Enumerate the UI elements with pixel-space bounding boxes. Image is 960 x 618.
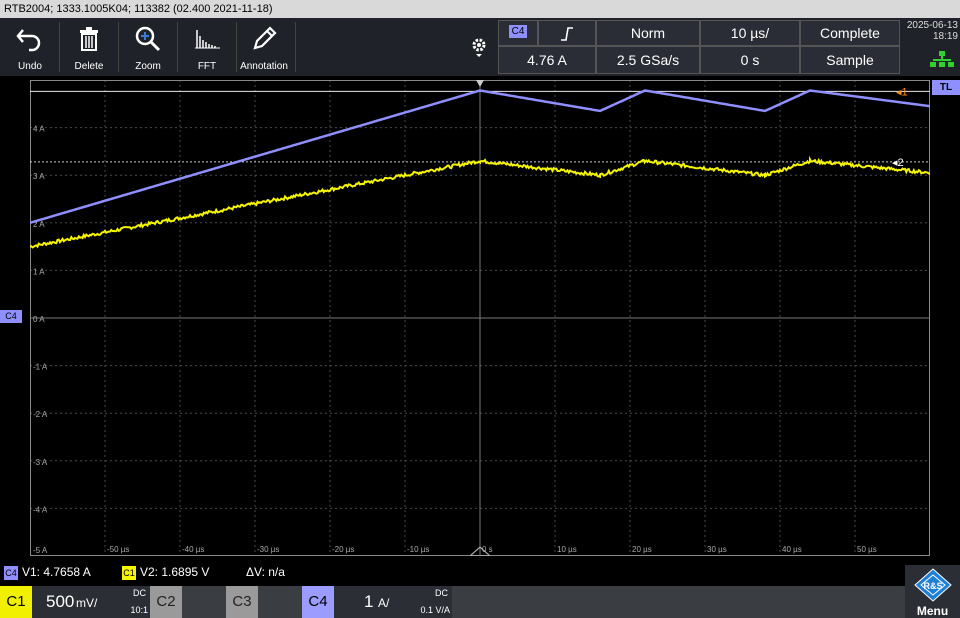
y-tick-label: -5 A — [33, 546, 48, 555]
waveform-display[interactable]: 4 A3 A2 A1 A0 A-1 A-2 A-3 A-4 A-5 A -50 µ… — [30, 80, 930, 556]
fft-button[interactable]: FFT — [179, 20, 235, 74]
rising-edge-icon — [561, 27, 573, 41]
reference-marker-2: ◂2 — [892, 157, 904, 169]
trigger-level-marker[interactable]: TL — [932, 80, 960, 95]
fft-label: FFT — [197, 61, 217, 72]
undo-label: Undo — [18, 61, 42, 72]
trigger-position-top-icon — [476, 80, 484, 87]
y-tick-label: 1 A — [33, 267, 45, 276]
settings-gear-icon[interactable] — [470, 36, 488, 58]
x-tick-label: 20 µs — [632, 545, 652, 554]
fft-icon — [195, 30, 220, 49]
x-tick-label: 10 µs — [557, 545, 577, 554]
channel-c2-settings[interactable] — [182, 586, 224, 618]
c4-offset-marker[interactable]: C4 — [0, 310, 22, 323]
y-tick-label: -3 A — [33, 458, 48, 467]
y-tick-label: -1 A — [33, 363, 48, 372]
undo-icon — [16, 29, 41, 52]
trigger-slope[interactable] — [538, 20, 596, 46]
annotation-label: Annotation — [240, 61, 288, 72]
rohde-schwarz-logo-icon: R&S — [913, 568, 952, 602]
zoom-icon — [135, 26, 161, 52]
zoom-button[interactable]: Zoom — [120, 20, 176, 74]
x-tick-label: 50 µs — [857, 545, 877, 554]
y-tick-label: 0 A — [33, 315, 45, 324]
delete-label: Delete — [74, 61, 104, 72]
x-tick-label: -50 µs — [107, 545, 129, 554]
trigger-source[interactable]: C4 — [498, 20, 538, 46]
acquisition-state[interactable]: Complete — [800, 20, 900, 46]
channel-c3-tab[interactable]: C3 — [226, 586, 258, 618]
sample-rate[interactable]: 2.5 GSa/s — [596, 46, 700, 74]
acquisition-mode[interactable]: Sample — [800, 46, 900, 74]
x-tick-label: -20 µs — [332, 545, 354, 554]
channel-c4-settings[interactable]: 1 A/ DC 0.1 V/A — [334, 586, 452, 618]
v2-value: V2: 1.6895 V — [140, 565, 210, 579]
pencil-icon — [253, 26, 277, 50]
x-tick-label: -10 µs — [407, 545, 429, 554]
y-tick-label: 3 A — [33, 172, 45, 181]
channel-c1-settings[interactable]: 500 mV/ DC 10:1 — [32, 586, 150, 618]
v1-channel-badge: C4 — [4, 565, 18, 580]
annotation-button[interactable]: Annotation — [236, 20, 292, 74]
channel-c2-tab[interactable]: C2 — [150, 586, 182, 618]
channel-c4-tab[interactable]: C4 — [302, 586, 334, 618]
channel-c1-tab[interactable]: C1 — [0, 586, 32, 618]
y-tick-label: -4 A — [33, 505, 48, 514]
x-tick-label: -40 µs — [182, 545, 204, 554]
y-tick-label: 4 A — [33, 125, 45, 134]
timebase[interactable]: 10 µs/ — [700, 20, 800, 46]
c1-probe: 10:1 — [130, 605, 148, 615]
trigger-mode[interactable]: Norm — [596, 20, 700, 46]
network-icon — [930, 50, 954, 72]
horizontal-position[interactable]: 0 s — [700, 46, 800, 74]
trigger-source-label: C4 — [508, 25, 528, 38]
cursor-readout-bar: C4 V1: 4.7658 A C1 V2: 1.6895 V ΔV: n/a — [0, 561, 960, 583]
x-tick-label: 40 µs — [782, 545, 802, 554]
menu-label: Menu — [916, 604, 949, 618]
v2-channel-badge: C1 — [122, 565, 136, 580]
channel-c3-settings[interactable] — [258, 586, 300, 618]
c1-coupling: DC — [133, 588, 146, 598]
channel-bar: C1 500 mV/ DC 10:1 C2 C3 C4 1 A/ DC 0.1 … — [0, 586, 960, 618]
undo-button[interactable]: Undo — [2, 20, 58, 74]
date-label: 2025-06-13 — [906, 20, 958, 31]
c1-unit: mV/ — [76, 596, 98, 610]
c4-probe: 0.1 V/A — [420, 605, 450, 615]
datetime: 2025-06-13 18:19 — [900, 20, 958, 42]
x-tick-label: -30 µs — [257, 545, 279, 554]
trigger-level[interactable]: 4.76 A — [498, 46, 596, 74]
delete-button[interactable]: Delete — [61, 20, 117, 74]
c1-scale: 500 — [46, 592, 75, 611]
delta-v-value: ΔV: n/a — [246, 565, 285, 579]
trash-icon — [80, 27, 98, 51]
zoom-label: Zoom — [135, 61, 161, 72]
reference-marker-1: ◂1 — [896, 86, 908, 98]
y-tick-label: -2 A — [33, 410, 48, 419]
time-label: 18:19 — [932, 31, 958, 42]
svg-text:R&S: R&S — [923, 581, 942, 591]
c4-coupling: DC — [435, 588, 448, 598]
menu-button[interactable]: R&S Menu — [905, 565, 960, 618]
v1-value: V1: 4.7658 A — [22, 565, 91, 579]
x-tick-label: 30 µs — [707, 545, 727, 554]
title-bar: RTB2004; 1333.1005K04; 113382 (02.400 20… — [0, 0, 960, 18]
c4-scale: 1 — [364, 592, 374, 611]
c4-unit: A/ — [378, 596, 390, 610]
